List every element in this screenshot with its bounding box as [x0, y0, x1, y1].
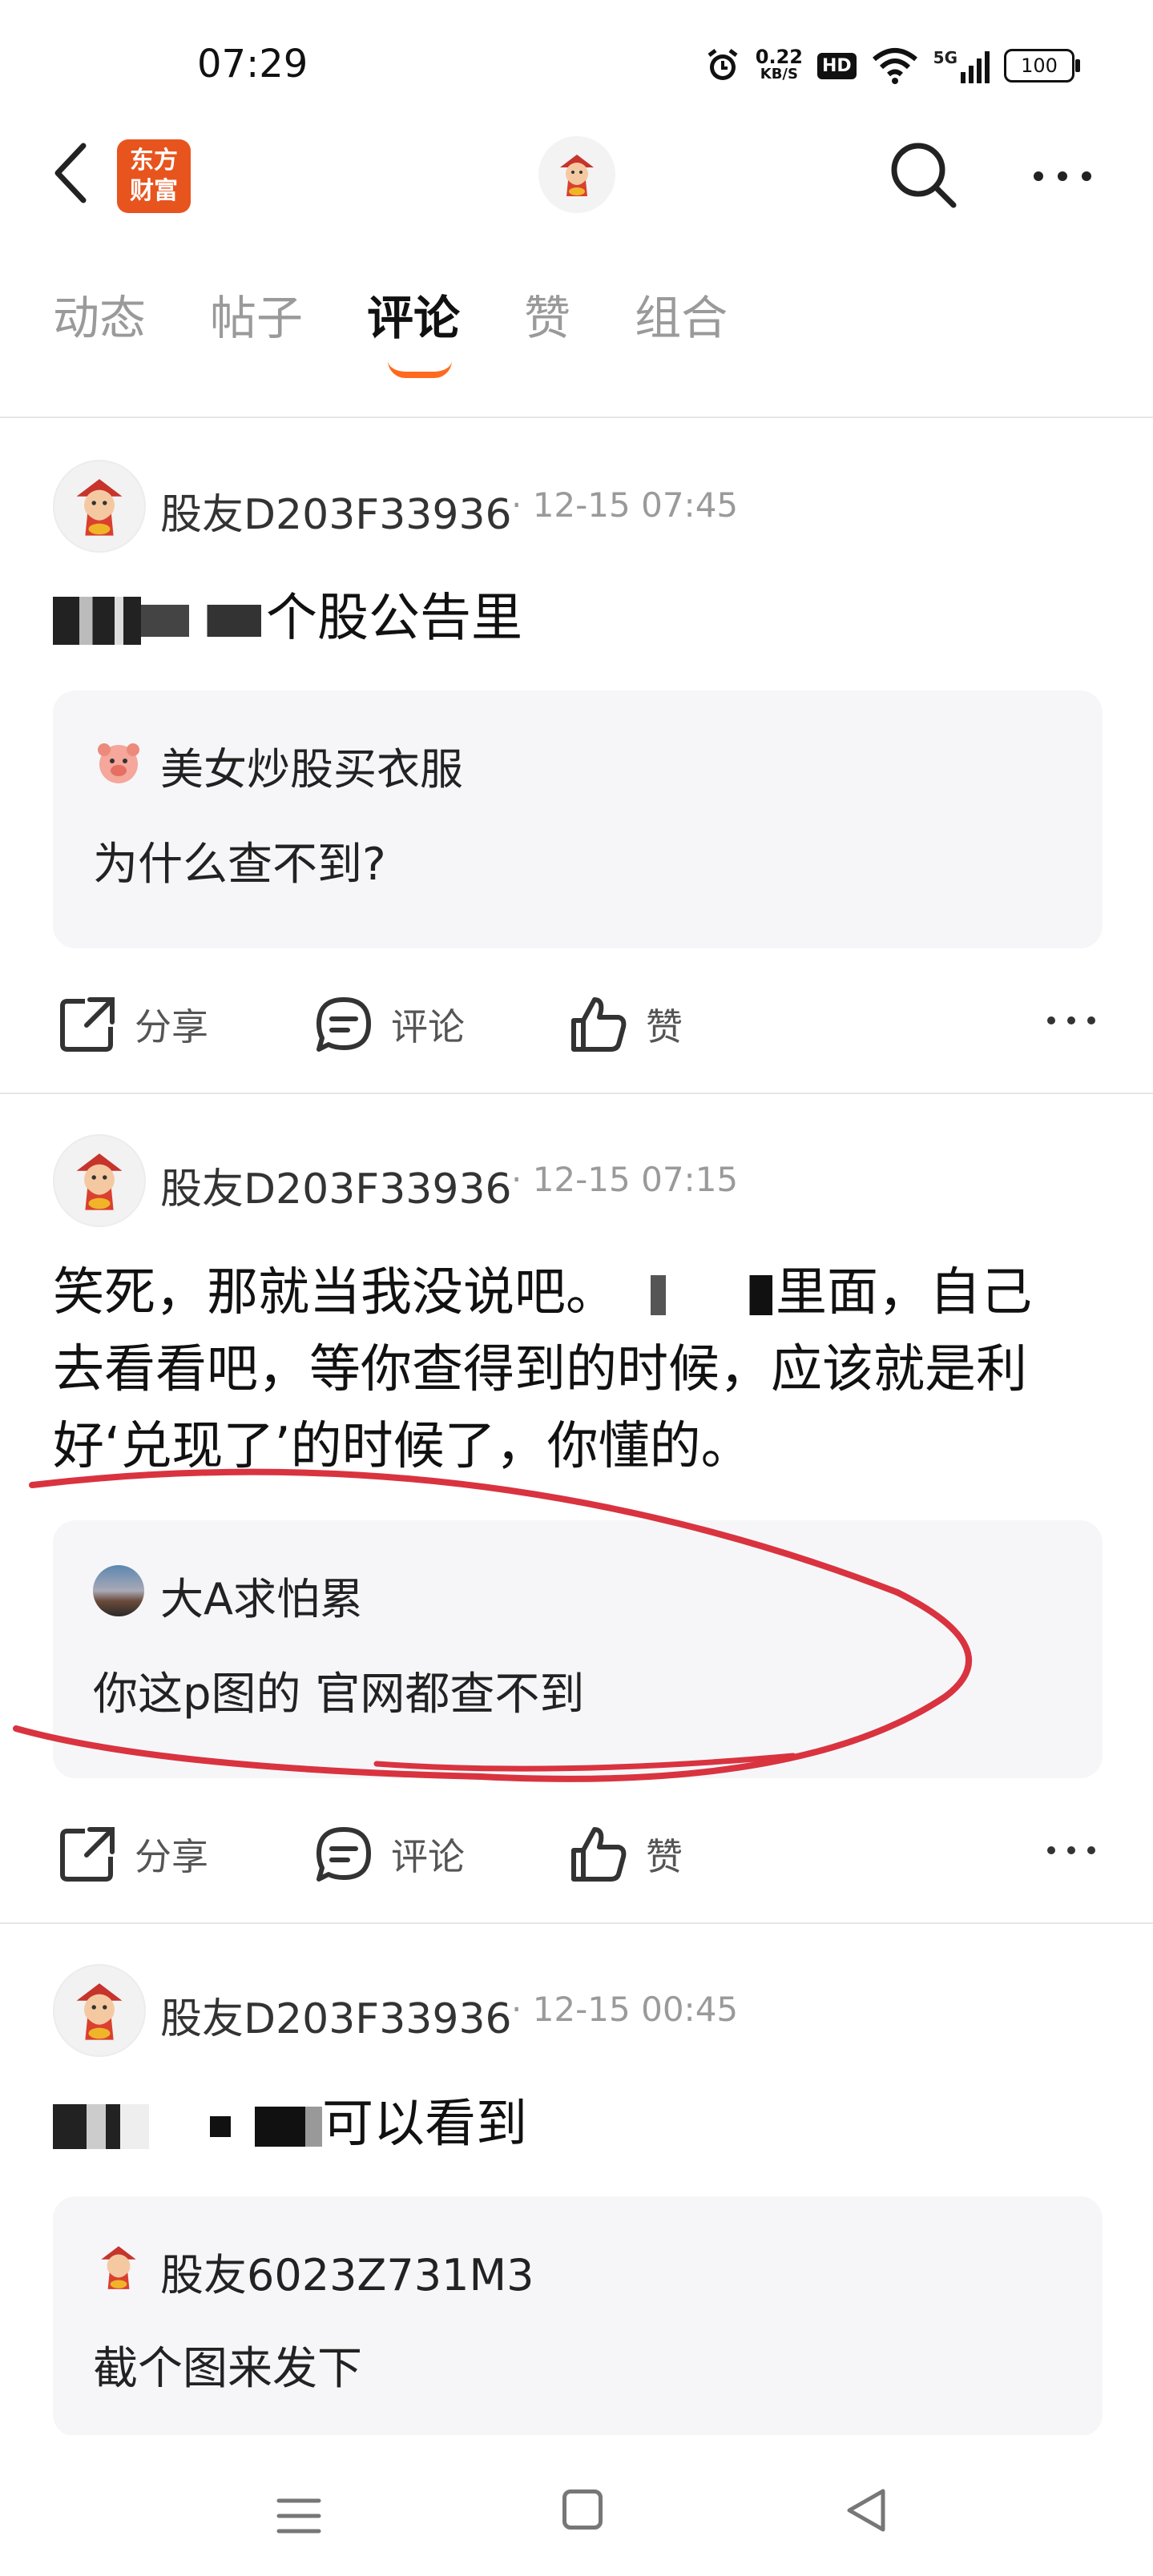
comment-icon: [316, 1827, 371, 1882]
post-content[interactable]: 笑死，那就当我没说吧。 里面，自己 去看看吧，等你查得到的时候，应该就是利 好‘兑…: [53, 1254, 1119, 1485]
reply-author[interactable]: 美女炒股买衣服: [160, 734, 463, 797]
censor-mosaic: [53, 2104, 149, 2150]
menu-icon[interactable]: [276, 2498, 322, 2534]
network-type: 5G: [933, 48, 957, 67]
post-content[interactable]: 可以看到: [53, 2086, 527, 2163]
author-name[interactable]: 股友D203F33936: [160, 1155, 512, 1215]
censor-mosaic: [210, 2116, 231, 2138]
eastmoney-logo[interactable]: 东方 财富: [117, 139, 191, 213]
cellular-signal: 5G: [933, 48, 990, 83]
avatar[interactable]: [53, 460, 146, 553]
tab-dynamics[interactable]: 动态: [53, 280, 146, 348]
comment-button[interactable]: 评论: [314, 1825, 465, 1884]
more-options-icon[interactable]: [1043, 1004, 1099, 1036]
home-icon[interactable]: [562, 2489, 603, 2530]
hd-badge: HD: [816, 52, 857, 79]
fortune-god-avatar-icon: [76, 479, 123, 536]
reply-author[interactable]: 股友6023Z731M3: [160, 2240, 534, 2303]
share-button[interactable]: 分享: [58, 995, 208, 1054]
thumbs-up-icon: [571, 997, 627, 1052]
like-label: 赞: [646, 1835, 683, 1878]
profile-avatar[interactable]: [538, 136, 615, 213]
pig-avatar-icon: [98, 743, 139, 783]
comment-button[interactable]: 评论: [314, 995, 465, 1054]
like-label: 赞: [646, 1005, 683, 1049]
profile-tabs: 动态 帖子 评论 赞 组合: [53, 280, 792, 378]
comment-label: 评论: [391, 1005, 465, 1049]
post-content-text: 里面，自己: [776, 1263, 1032, 1322]
status-icons: 0.22 KB/S HD 5G 100: [704, 42, 1080, 90]
share-label: 分享: [135, 1835, 208, 1878]
censor-mosaic: [149, 2115, 210, 2139]
share-icon: [60, 1827, 115, 1882]
net-speed-unit: KB/S: [760, 66, 798, 83]
back-arrow-icon[interactable]: [48, 141, 96, 205]
reply-avatar: [93, 737, 144, 791]
logo-line-1: 东方: [130, 147, 178, 175]
fortune-god-avatar-icon: [101, 2246, 136, 2289]
logo-line-2: 财富: [130, 177, 178, 205]
censor-mosaic: [620, 1275, 772, 1316]
censor-mosaic: [53, 597, 141, 646]
tab-comments-label: 评论: [367, 291, 461, 345]
avatar[interactable]: [53, 1134, 146, 1227]
tabs-divider: [0, 417, 1153, 418]
wifi-icon: [872, 48, 917, 84]
post-time: · 12-15 00:45: [511, 1990, 739, 2029]
reply-quote[interactable]: 美女炒股买衣服 为什么查不到?: [53, 690, 1103, 948]
tab-portfolio[interactable]: 组合: [635, 280, 728, 348]
post-divider: [0, 1093, 1153, 1094]
share-label: 分享: [135, 1005, 208, 1049]
more-icon[interactable]: [1030, 144, 1095, 208]
reply-text: 为什么查不到?: [93, 839, 386, 891]
net-speed-value: 0.22: [755, 46, 803, 68]
post-content-line: 笑死，那就当我没说吧。 里面，自己: [53, 1254, 1119, 1331]
avatar[interactable]: [53, 1964, 146, 2057]
post-content-line: 去看看吧，等你查得到的时候，应该就是利: [53, 1340, 1027, 1399]
signal-bars-icon: [961, 51, 990, 83]
censor-mosaic: [141, 605, 261, 638]
status-time: 07:29: [197, 42, 308, 87]
reply-avatar: [93, 2241, 144, 2296]
comment-icon: [316, 997, 371, 1052]
author-name[interactable]: 股友D203F33936: [160, 481, 512, 541]
fortune-god-avatar-icon: [560, 155, 594, 196]
more-options-icon[interactable]: [1043, 1834, 1099, 1866]
back-triangle-icon[interactable]: [843, 2486, 888, 2534]
censor-mosaic: [255, 2107, 322, 2147]
search-icon[interactable]: [885, 136, 962, 213]
author-name[interactable]: 股友D203F33936: [160, 1985, 512, 2045]
reply-text: 截个图来发下: [93, 2343, 362, 2395]
alarm-icon: [708, 49, 738, 80]
fortune-god-avatar-icon: [76, 1983, 123, 2040]
active-tab-indicator: [388, 360, 453, 378]
reply-quote[interactable]: 股友6023Z731M3 截个图来发下: [53, 2196, 1103, 2437]
post-actions: 分享 评论 赞: [53, 988, 1103, 1061]
battery-indicator: 100: [1004, 49, 1080, 83]
post-divider: [0, 1922, 1153, 1924]
share-icon: [60, 997, 115, 1052]
post-time: · 12-15 07:15: [511, 1160, 739, 1199]
tab-likes[interactable]: 赞: [524, 280, 570, 348]
net-speed: 0.22 KB/S: [755, 46, 803, 83]
fortune-god-avatar-icon: [76, 1153, 123, 1210]
tab-comments[interactable]: 评论: [367, 280, 461, 378]
post-time: · 12-15 07:45: [511, 485, 739, 525]
like-button[interactable]: 赞: [569, 1825, 683, 1884]
tab-posts[interactable]: 帖子: [210, 280, 303, 348]
like-button[interactable]: 赞: [569, 995, 683, 1054]
comment-label: 评论: [391, 1835, 465, 1878]
post-content[interactable]: 个股公告里: [53, 580, 522, 657]
post-actions: 分享 评论 赞: [53, 1818, 1103, 1890]
thumbs-up-icon: [571, 1827, 627, 1882]
share-button[interactable]: 分享: [58, 1825, 208, 1884]
red-annotation-circle: [13, 1468, 972, 1782]
post-content-text: 笑死，那就当我没说吧。: [53, 1263, 617, 1322]
post-content-text: 可以看到: [322, 2095, 527, 2154]
post-content-text: 个股公告里: [266, 589, 522, 648]
